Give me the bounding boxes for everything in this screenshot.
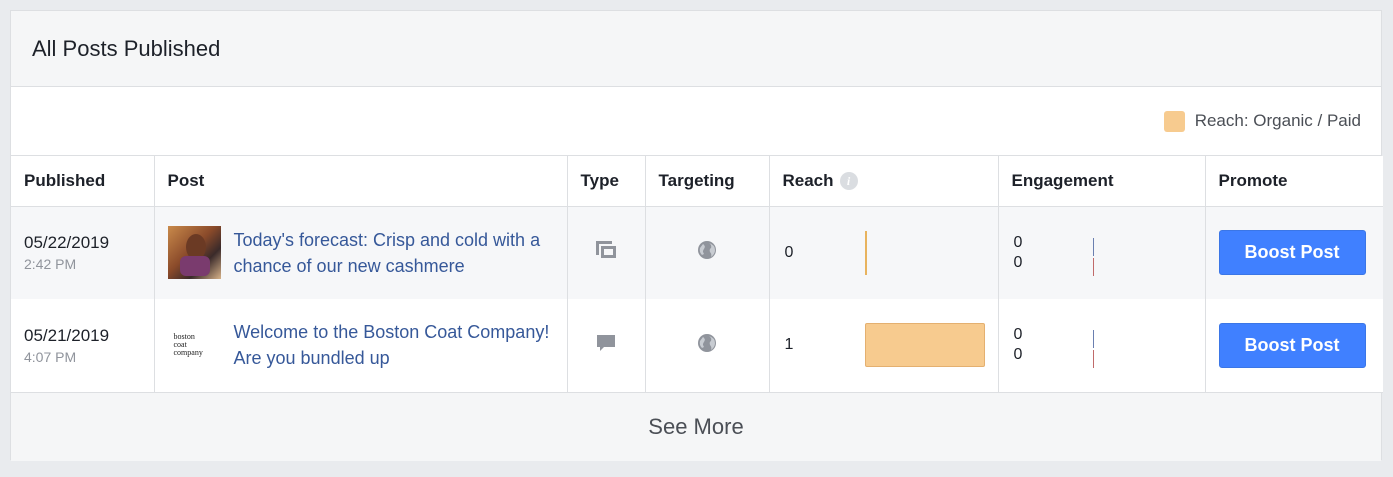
reach-bar	[864, 323, 985, 367]
promote-cell: Boost Post	[1205, 299, 1383, 393]
column-header-type[interactable]: Type	[567, 156, 646, 207]
engagement-cell: 0 0	[998, 299, 1206, 393]
reach-cell: 1	[769, 299, 999, 393]
column-header-targeting[interactable]: Targeting	[645, 156, 770, 207]
post-time: 2:42 PM	[24, 256, 77, 273]
posts-card: All Posts Published Reach: Organic / Pai…	[10, 10, 1383, 461]
post-date: 05/21/2019	[24, 325, 110, 345]
post-cell[interactable]: Today's forecast: Crisp and cold with a …	[154, 206, 568, 299]
globe-icon	[697, 240, 717, 265]
engagement-value-2: 0	[1013, 346, 1023, 364]
reach-bar-track	[864, 230, 985, 275]
targeting-cell	[645, 299, 770, 393]
see-more-button[interactable]: See More	[11, 392, 1381, 461]
logo-line: company	[173, 348, 203, 358]
published-cell: 05/22/2019 2:42 PM	[11, 206, 155, 299]
post-link[interactable]: Welcome to the Boston Coat Company! Are …	[234, 319, 567, 371]
card-title: All Posts Published	[32, 35, 221, 61]
post-cell[interactable]: boston coat company Welcome to the Bosto…	[154, 299, 568, 393]
published-cell: 05/21/2019 4:07 PM	[11, 299, 155, 393]
boost-post-button[interactable]: Boost Post	[1218, 322, 1366, 368]
column-header-engagement[interactable]: Engagement	[998, 156, 1206, 207]
column-header-reach-label: Reach	[782, 170, 834, 190]
engagement-value-1: 0	[1013, 326, 1023, 344]
post-thumbnail[interactable]: boston coat company	[167, 318, 221, 372]
globe-icon	[697, 333, 717, 358]
legend-label: Reach: Organic / Paid	[1194, 111, 1361, 130]
post-date: 05/22/2019	[24, 233, 110, 253]
reach-value: 0	[784, 243, 794, 261]
reach-bar-track	[864, 323, 985, 367]
targeting-cell	[645, 206, 770, 299]
table-row[interactable]: 05/22/2019 2:42 PM Today's forecast: Cri…	[11, 206, 1383, 299]
type-cell	[567, 206, 646, 299]
engagement-value-1: 0	[1013, 233, 1023, 251]
column-header-reach[interactable]: Reach i	[769, 156, 999, 207]
engagement-bar-1	[1092, 330, 1094, 348]
legend-swatch	[1163, 110, 1185, 132]
album-icon	[595, 240, 617, 265]
boost-post-button[interactable]: Boost Post	[1218, 230, 1366, 276]
status-icon	[595, 333, 617, 358]
post-thumbnail[interactable]	[167, 226, 221, 280]
post-time: 4:07 PM	[24, 348, 77, 365]
column-header-promote: Promote	[1205, 156, 1383, 207]
table-header-row: Published Post Type Targeting Reach i Eng…	[11, 156, 1383, 207]
column-header-post[interactable]: Post	[154, 156, 568, 207]
engagement-cell: 0 0	[998, 206, 1206, 299]
engagement-value-2: 0	[1013, 253, 1023, 271]
info-icon[interactable]: i	[839, 172, 858, 191]
engagement-bar-1	[1092, 237, 1094, 256]
engagement-bar-2	[1092, 257, 1094, 276]
post-link[interactable]: Today's forecast: Crisp and cold with a …	[234, 227, 567, 279]
type-cell	[567, 299, 646, 393]
legend: Reach: Organic / Paid	[11, 87, 1381, 156]
posts-table: Published Post Type Targeting Reach i Eng…	[11, 156, 1383, 393]
engagement-bar-2	[1092, 350, 1094, 368]
promote-cell: Boost Post	[1205, 206, 1383, 299]
reach-cell: 0	[769, 206, 999, 299]
reach-bar	[864, 230, 867, 275]
reach-value: 1	[784, 336, 794, 354]
column-header-published[interactable]: Published	[11, 156, 155, 207]
table-row[interactable]: 05/21/2019 4:07 PM boston coat company W…	[11, 299, 1383, 393]
card-header: All Posts Published	[11, 11, 1381, 87]
